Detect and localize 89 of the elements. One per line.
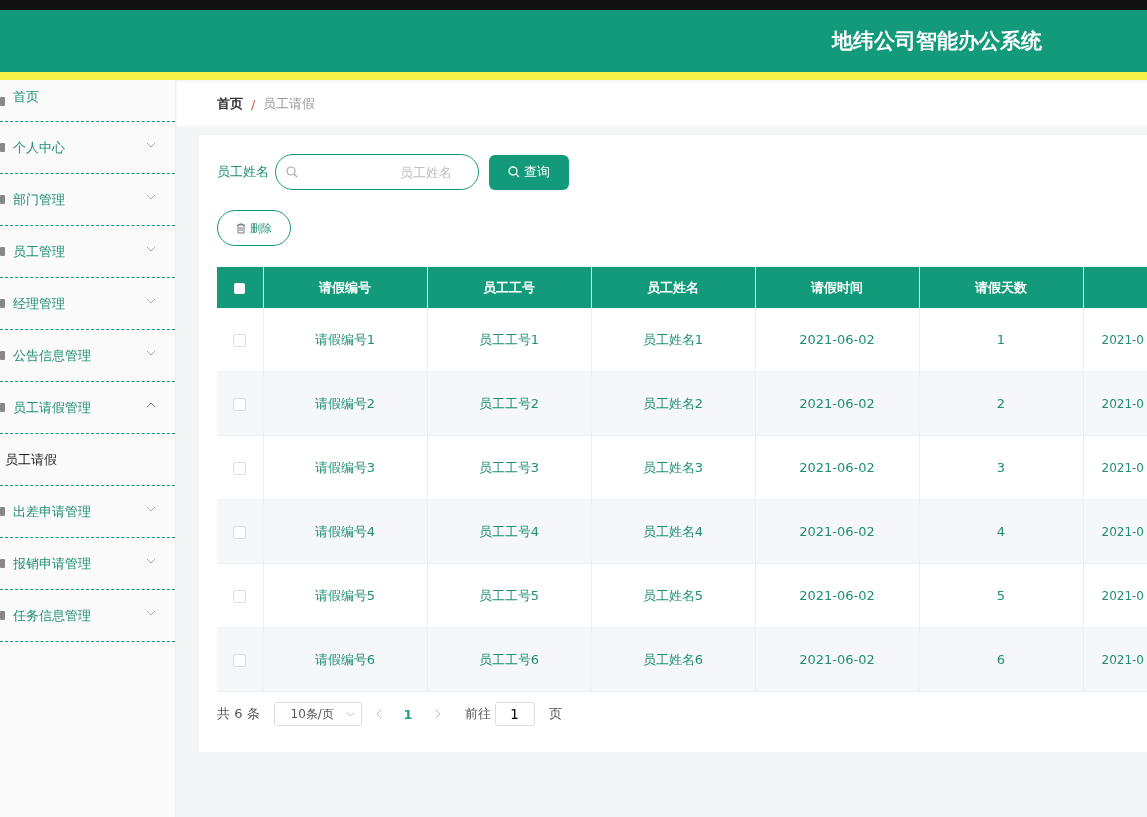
breadcrumb-separator: /: [251, 96, 256, 112]
menu-icon: [0, 246, 5, 256]
table-cell: 2021-0: [1101, 396, 1144, 411]
table-cell: 员工姓名2: [642, 395, 704, 411]
breadcrumb-current: 员工请假: [263, 95, 316, 113]
table-cell: 2021-06-02: [799, 396, 875, 411]
table-cell: 2021-06-02: [799, 332, 875, 347]
row-checkbox[interactable]: [233, 654, 247, 667]
sidebar-item[interactable]: 出差申请管理: [0, 486, 175, 538]
page-number[interactable]: 1: [395, 706, 421, 722]
sidebar-item[interactable]: 公告信息管理: [0, 330, 175, 382]
search-field[interactable]: 员工姓名: [275, 154, 479, 190]
total-count: 共 6 条: [217, 705, 260, 723]
submenu-item[interactable]: 员工请假: [0, 434, 175, 486]
table-cell: 员工工号6: [478, 651, 540, 667]
chevron-icon: [345, 711, 355, 717]
menu-icon: [0, 142, 5, 152]
page-input[interactable]: 1: [494, 702, 535, 726]
select-all-checkbox[interactable]: [234, 283, 246, 294]
table-cell: 员工工号4: [478, 523, 540, 539]
search-icon: [286, 166, 298, 178]
menu-icon: [0, 350, 5, 360]
menu-icon: [0, 97, 5, 106]
row-checkbox[interactable]: [233, 590, 247, 603]
search-label: 员工姓名: [217, 163, 269, 181]
table-cell: 请假编号3: [314, 459, 376, 475]
table-cell: 员工工号2: [478, 395, 540, 411]
page-size-select[interactable]: 10条/页: [273, 702, 362, 726]
table-cell: 2021-06-02: [799, 652, 875, 667]
table-cell: 2021-06-02: [799, 524, 875, 539]
table-cell: 6: [996, 652, 1006, 667]
table-cell: 1: [996, 332, 1006, 347]
row-checkbox[interactable]: [233, 462, 247, 475]
sidebar-item[interactable]: 员工请假管理: [0, 382, 175, 434]
table-cell: 员工姓名5: [642, 587, 704, 603]
table-cell: 员工姓名4: [642, 523, 704, 539]
menu-icon: [0, 558, 5, 568]
table-cell: 请假编号1: [314, 331, 376, 347]
table-cell: 2: [996, 396, 1006, 411]
table-cell: 2021-0: [1101, 524, 1144, 539]
column-header: 请假编号: [263, 267, 427, 308]
sidebar-item[interactable]: 经理管理: [0, 278, 175, 330]
menu-icon: [0, 402, 5, 412]
search-icon: [508, 166, 520, 178]
table-cell: 2021-0: [1101, 652, 1144, 667]
menu-icon: [0, 506, 5, 516]
table-cell: 5: [996, 588, 1006, 603]
table-cell: 请假编号5: [314, 587, 376, 603]
column-header: 请假时间: [755, 267, 919, 308]
search-button[interactable]: 查询: [489, 154, 569, 190]
page-unit: 页: [548, 705, 562, 723]
table-cell: 员工姓名3: [642, 459, 704, 475]
table-cell: 请假编号6: [314, 651, 376, 667]
row-checkbox[interactable]: [233, 526, 247, 539]
table-cell: 2021-0: [1101, 332, 1144, 347]
column-header: 请假天数: [919, 267, 1083, 308]
trash-icon: [236, 222, 246, 234]
row-checkbox[interactable]: [233, 334, 247, 347]
table-cell: 员工姓名1: [642, 331, 704, 347]
table-cell: 员工姓名6: [642, 651, 704, 667]
previous-page-icon[interactable]: [375, 709, 382, 719]
sidebar-item[interactable]: 个人中心: [0, 122, 175, 174]
column-header: 员工姓名: [591, 267, 755, 308]
table-cell: 员工工号1: [478, 331, 540, 347]
table-cell: 2021-0: [1101, 460, 1144, 475]
menu-icon: [0, 610, 5, 620]
breadcrumb-link[interactable]: 首页: [217, 95, 243, 113]
next-page-icon[interactable]: [434, 709, 441, 719]
column-header: 员工工号: [427, 267, 591, 308]
table-cell: 请假编号2: [314, 395, 376, 411]
table-cell: 3: [996, 460, 1006, 475]
table-cell: 4: [996, 524, 1006, 539]
menu-icon: [0, 298, 5, 308]
sidebar-item[interactable]: 首页: [0, 80, 175, 122]
table-cell: 2021-06-02: [799, 460, 875, 475]
sidebar-item[interactable]: 部门管理: [0, 174, 175, 226]
sidebar-item[interactable]: 任务信息管理: [0, 590, 175, 642]
goto-label: 前往: [464, 705, 491, 723]
menu-icon: [0, 194, 5, 204]
delete-button[interactable]: 删除: [217, 210, 291, 246]
row-checkbox[interactable]: [233, 398, 247, 411]
app-title: 地纬公司智能办公系统: [832, 28, 1042, 55]
table-cell: 员工工号5: [478, 587, 540, 603]
table-cell: 请假编号4: [314, 523, 376, 539]
table-cell: 员工工号3: [478, 459, 540, 475]
sidebar-item[interactable]: 员工管理: [0, 226, 175, 278]
table-cell: 2021-0: [1101, 588, 1144, 603]
table-cell: 2021-06-02: [799, 588, 875, 603]
sidebar-item[interactable]: 报销申请管理: [0, 538, 175, 590]
